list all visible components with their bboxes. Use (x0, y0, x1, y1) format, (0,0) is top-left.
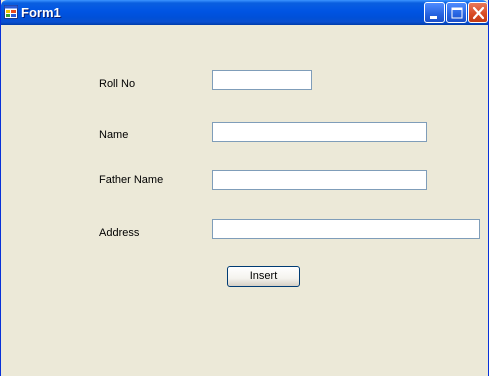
maximize-icon (451, 7, 463, 19)
father-name-label: Father Name (99, 174, 164, 186)
maximize-button[interactable] (446, 2, 467, 23)
close-button[interactable] (468, 2, 488, 23)
close-icon (472, 6, 485, 20)
address-input[interactable] (212, 219, 480, 239)
roll-no-label: Roll No (99, 78, 136, 90)
windows-form-icon[interactable] (4, 5, 18, 19)
title-bar[interactable]: Form1 (1, 0, 488, 25)
minimize-icon (430, 16, 437, 19)
roll-no-input[interactable] (212, 70, 312, 90)
father-name-input[interactable] (212, 170, 427, 190)
insert-button[interactable]: Insert (227, 266, 300, 287)
name-label: Name (99, 129, 129, 141)
window-title: Form1 (21, 5, 61, 20)
minimize-button[interactable] (424, 2, 445, 23)
name-input[interactable] (212, 122, 427, 142)
form1-window: Form1 Roll No Name Father Name Address I… (0, 0, 489, 376)
address-label: Address (99, 227, 140, 239)
